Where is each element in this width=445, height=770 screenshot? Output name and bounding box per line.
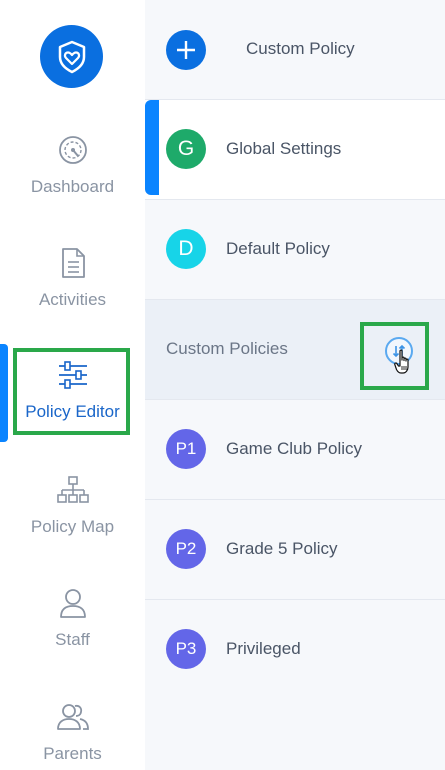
sidebar-item-label: Policy Map xyxy=(30,517,115,536)
custom-policies-section-header: Custom Policies xyxy=(145,300,445,400)
sidebar-item-label: Activities xyxy=(38,290,107,309)
policy-label: Privileged xyxy=(226,639,301,658)
shield-heart-icon xyxy=(58,40,85,73)
selected-row-indicator xyxy=(145,100,159,195)
sidebar-item-label: Dashboard xyxy=(30,177,115,196)
policy-badge: G xyxy=(166,129,206,169)
policy-label: Grade 5 Policy xyxy=(226,539,338,558)
app-logo[interactable] xyxy=(40,25,103,88)
app-window: Dashboard Activities Policy Editor Polic… xyxy=(0,0,445,770)
policy-row-privileged[interactable]: P3 Privileged xyxy=(145,600,445,699)
plus-icon[interactable] xyxy=(166,30,206,70)
policy-label: Game Club Policy xyxy=(226,439,363,458)
add-custom-policy-label: Custom Policy xyxy=(246,39,355,58)
sitemap-icon xyxy=(56,473,90,507)
sidebar-item-activities[interactable]: Activities xyxy=(0,246,145,346)
policy-row-grade-5[interactable]: P2 Grade 5 Policy xyxy=(145,500,445,600)
policy-list-panel: Custom Policy G Global Settings D Defaul… xyxy=(145,0,445,770)
policy-badge: P1 xyxy=(166,429,206,469)
sidebar: Dashboard Activities Policy Editor Polic… xyxy=(0,0,145,770)
users-icon xyxy=(56,700,90,734)
sidebar-item-label: Staff xyxy=(55,630,90,649)
sidebar-item-dashboard[interactable]: Dashboard xyxy=(0,133,145,233)
global-settings-row[interactable]: G Global Settings xyxy=(145,100,445,200)
policy-label: Default Policy xyxy=(226,239,330,258)
add-custom-policy-row[interactable]: Custom Policy xyxy=(145,0,445,100)
user-icon xyxy=(56,586,90,620)
gauge-icon xyxy=(56,133,90,167)
policy-label: Global Settings xyxy=(226,139,342,158)
highlight-annotation xyxy=(13,348,130,435)
policy-row-game-club[interactable]: P1 Game Club Policy xyxy=(145,400,445,500)
sidebar-item-staff[interactable]: Staff xyxy=(0,586,145,686)
policy-badge: P2 xyxy=(166,529,206,569)
hand-cursor-icon xyxy=(394,349,409,374)
sidebar-item-label: Parents xyxy=(43,744,102,763)
default-policy-row[interactable]: D Default Policy xyxy=(145,200,445,300)
policy-badge: P3 xyxy=(166,629,206,669)
sidebar-item-policy-map[interactable]: Policy Map xyxy=(0,473,145,573)
section-title: Custom Policies xyxy=(166,339,288,358)
document-icon xyxy=(56,246,90,280)
policy-badge: D xyxy=(166,229,206,269)
sidebar-item-parents[interactable]: Parents xyxy=(0,700,145,770)
